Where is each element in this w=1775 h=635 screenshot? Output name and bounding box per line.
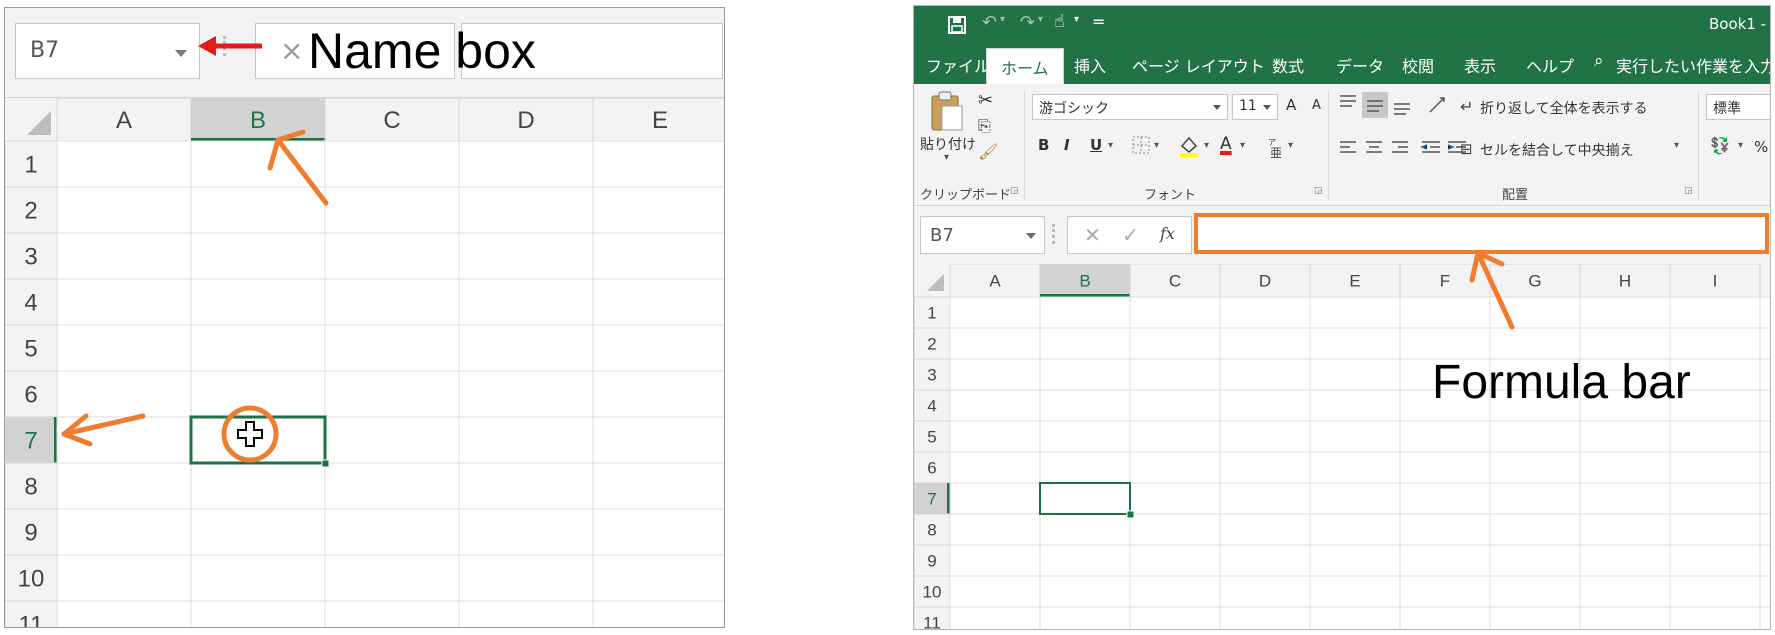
annotation-layer-right xyxy=(1469,250,1515,330)
formula-bar-arrow xyxy=(1469,250,1515,330)
formula-bar-label: Formula bar xyxy=(1432,356,1691,409)
